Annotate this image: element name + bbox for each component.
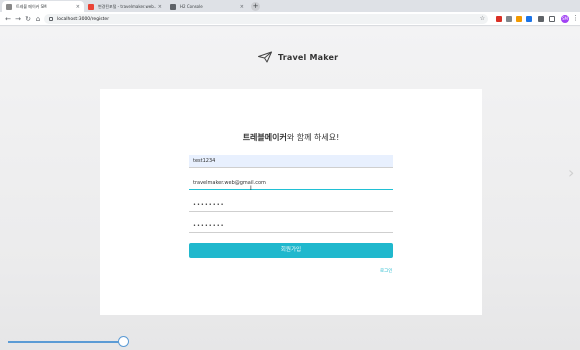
extension-icon[interactable] [526, 16, 532, 22]
username-field[interactable]: test1234 [189, 155, 393, 168]
side-panel-icon[interactable] [549, 16, 555, 22]
extensions-puzzle-icon[interactable] [538, 16, 544, 22]
tab-title: 변경된포털 - travelmaker.web... [98, 3, 156, 9]
close-icon[interactable]: × [240, 4, 244, 10]
forward-icon[interactable]: → [14, 15, 22, 23]
video-progress-handle[interactable] [118, 336, 129, 347]
page-content: Travel Maker 트레블메이커와 함께 하세요! test1234 tr… [0, 27, 580, 350]
password-confirm-value: •••••••• [193, 223, 225, 229]
tab-bar: 트레블 메이커 SM × 변경된포털 - travelmaker.web... … [0, 0, 580, 12]
tab-travel-maker[interactable]: 트레블 메이커 SM × [2, 1, 84, 12]
close-icon[interactable]: × [158, 4, 162, 10]
signup-button[interactable]: 회원가입 [189, 243, 393, 258]
new-tab-button[interactable]: + [251, 2, 260, 11]
title-text: 와 함께 하세요! [286, 133, 340, 142]
reload-icon[interactable]: ↻ [24, 15, 32, 23]
text-cursor-icon: I [250, 185, 252, 192]
title-brand-text: 트레블메이커 [242, 133, 287, 142]
address-bar[interactable]: localhost:3000/register ☆ [44, 14, 488, 24]
username-value: test1234 [193, 158, 216, 164]
tab-title: H2 Console [180, 4, 203, 9]
close-icon[interactable]: × [76, 4, 80, 10]
chevron-right-icon[interactable]: › [568, 163, 574, 182]
more-menu-icon[interactable]: ⋮ [572, 14, 579, 22]
password-field[interactable]: •••••••• [189, 199, 393, 212]
email-value: travelmaker.web@gmail.com [193, 180, 266, 186]
register-card: 트레블메이커와 함께 하세요! test1234 travelmaker.web… [100, 89, 482, 315]
extension-icon[interactable] [496, 16, 502, 22]
email-field[interactable]: travelmaker.web@gmail.com [189, 177, 393, 190]
favicon-icon [88, 3, 94, 10]
favicon-icon [170, 3, 176, 10]
favicon-icon [6, 3, 12, 10]
browser-toolbar: ← → ↻ ⌂ localhost:3000/register ☆ SM ⋮ [0, 12, 580, 26]
home-icon[interactable]: ⌂ [34, 15, 42, 23]
paper-plane-icon [258, 51, 272, 63]
tab-portal[interactable]: 변경된포털 - travelmaker.web... × [84, 1, 166, 12]
url-text: localhost:3000/register [57, 16, 110, 22]
brand-logo[interactable]: Travel Maker [258, 51, 338, 63]
form-title: 트레블메이커와 함께 하세요! [100, 132, 482, 143]
tab-title: 트레블 메이커 SM [16, 3, 47, 9]
brand-name: Travel Maker [278, 52, 339, 62]
back-icon[interactable]: ← [4, 15, 12, 23]
info-icon[interactable] [49, 17, 53, 21]
extension-icon[interactable] [516, 16, 522, 22]
login-link[interactable]: 로그인 [380, 268, 392, 274]
password-value: •••••••• [193, 202, 225, 208]
tab-h2-console[interactable]: H2 Console × [166, 1, 248, 12]
extension-icon[interactable] [506, 16, 512, 22]
password-confirm-field[interactable]: •••••••• [189, 220, 393, 233]
profile-avatar[interactable]: SM [561, 15, 569, 23]
video-progress-bar[interactable] [8, 341, 126, 343]
bookmark-star-icon[interactable]: ☆ [480, 15, 485, 22]
